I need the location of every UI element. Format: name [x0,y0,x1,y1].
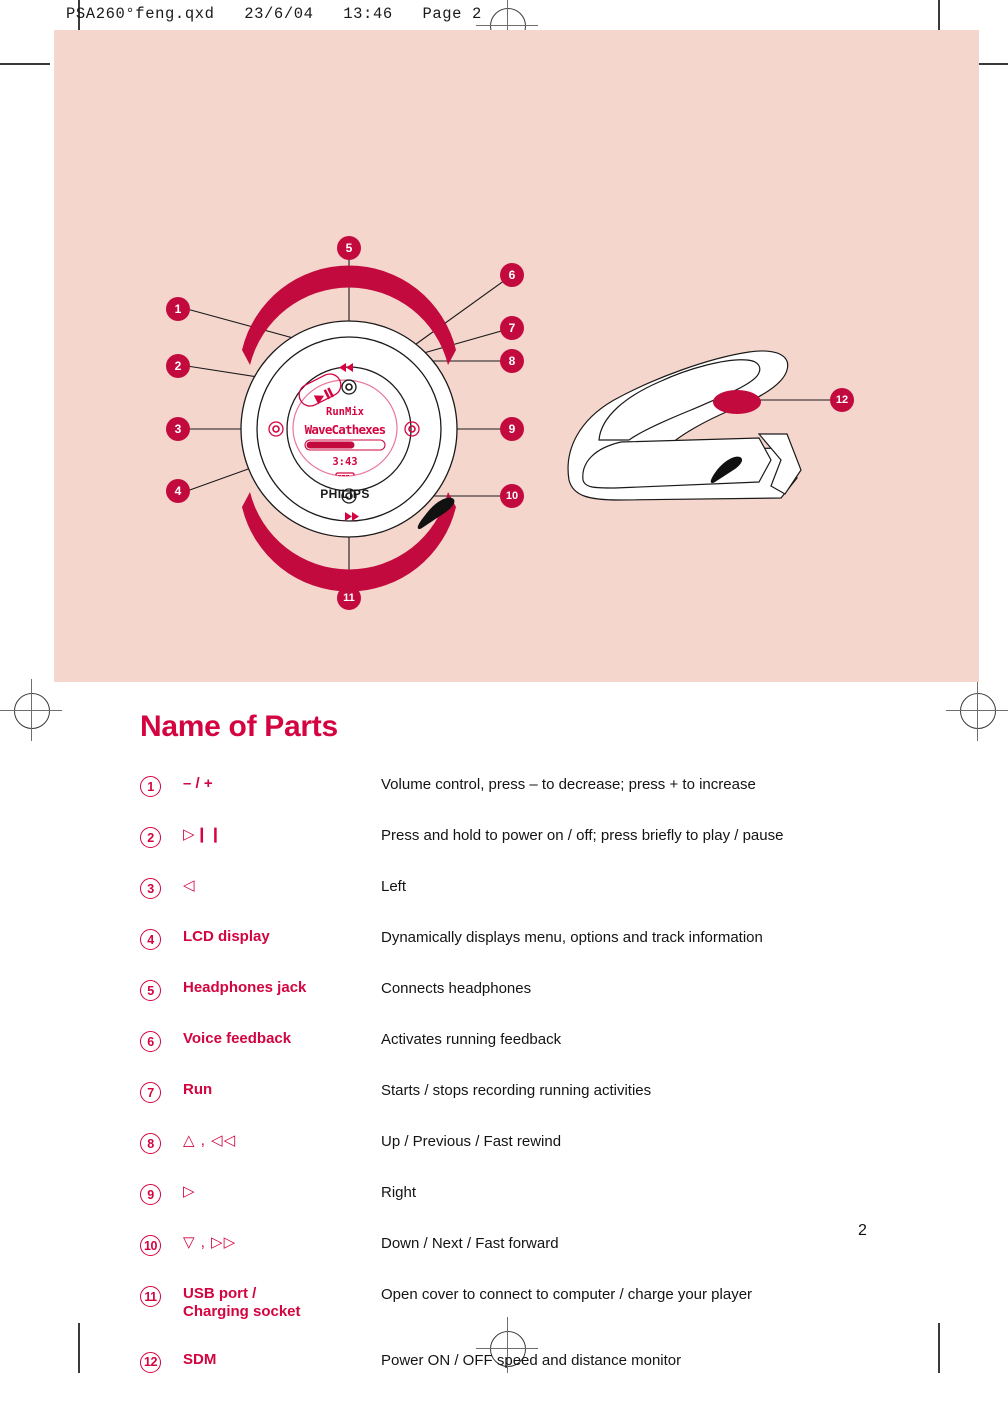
product-illustration: RunMix WaveCathexes 3:43 PHILIPS 1 2 3 4… [54,30,979,682]
parts-row-number: 12 [140,1351,161,1373]
parts-row-description: Volume control, press – to decrease; pre… [381,776,756,793]
parts-row: 11 USB port / Charging socket Open cover t… [140,1285,880,1337]
parts-row: 1 – / + Volume control, press – to decreas… [140,775,880,826]
crop-mark-bottom-left-v [78,1323,80,1373]
callout-6: 6 [500,263,524,287]
parts-row-number: 6 [140,1031,161,1052]
parts-row-label: Voice feedback [183,1030,292,1047]
parts-row: 10 ▽ , ▷▷ Down / Next / Fast forward [140,1234,880,1285]
parts-row-label: SDM [183,1350,217,1368]
parts-row-number: 9 [140,1184,161,1205]
callout-7: 7 [500,316,524,340]
parts-row-number: 7 [140,1082,161,1103]
philips-brand-label: PHILIPS [320,487,369,501]
parts-row: 9 ▷ Right [140,1183,880,1234]
parts-row-description: Down / Next / Fast forward [381,1235,559,1252]
parts-row-number: 8 [140,1133,161,1154]
registration-mark-right [946,679,1008,741]
parts-row-number: 2 [140,827,161,848]
parts-row: 4 LCD display Dynamically displays menu, o… [140,928,880,979]
parts-row-label: Run [183,1081,213,1098]
parts-row-label: ▽ , ▷▷ [183,1234,237,1251]
parts-row-number: 3 [140,878,161,899]
crop-mark-bottom-right-v [938,1323,940,1373]
parts-row-description: Press and hold to power on / off; press … [381,827,784,844]
parts-row-number: 10 [140,1235,161,1256]
lcd-time: 3:43 [332,456,357,468]
parts-row-label: – / + [183,775,213,792]
illustration-panel: RunMix WaveCathexes 3:43 PHILIPS 1 2 3 4… [54,30,979,682]
parts-row-label: △ , ◁◁ [183,1132,237,1149]
callout-8: 8 [500,349,524,373]
parts-row-description: Right [381,1184,417,1201]
callout-2: 2 [166,354,190,378]
parts-row-label: ▷❙❙ [183,826,223,843]
parts-row: 7 Run Starts / stops recording running act… [140,1081,880,1132]
parts-row-description: Connects headphones [381,980,532,997]
lcd-progress-fill [306,441,355,449]
parts-row-number: 1 [140,776,161,797]
parts-row: 3 ◁ Left [140,877,880,928]
parts-row: 5 Headphones jack Connects headphones [140,979,880,1030]
callout-3: 3 [166,417,190,441]
registration-mark-left [0,679,62,741]
lcd-menu-line: RunMix [326,406,365,418]
sdm-illustration [567,350,844,501]
file-stamp: PSA260°feng.qxd 23/6/04 13:46 Page 2 [66,5,482,23]
parts-row-label: Headphones jack [183,979,307,996]
parts-row-description: Left [381,878,407,895]
callout-9: 9 [500,417,524,441]
parts-row-description: Starts / stops recording running activit… [381,1082,652,1099]
callout-10: 10 [500,484,524,508]
parts-row-label: USB port / Charging socket [183,1285,301,1321]
parts-row-number: 11 [140,1286,161,1307]
callout-1: 1 [166,297,190,321]
parts-row-number: 4 [140,929,161,950]
parts-row-description: Dynamically displays menu, options and t… [381,929,763,946]
callout-4: 4 [166,479,190,503]
parts-row-label: ◁ [183,877,196,894]
parts-row-label: ▷ [183,1183,196,1200]
page-number: 2 [858,1222,867,1239]
parts-row-description: Up / Previous / Fast rewind [381,1133,562,1150]
parts-row: 2 ▷❙❙ Press and hold to power on / off; pr… [140,826,880,877]
parts-list: 1 – / + Volume control, press – to decreas… [140,775,880,1402]
parts-row-description: Power ON / OFF speed and distance monito… [381,1351,682,1369]
parts-row-number: 5 [140,980,161,1001]
callout-11: 11 [337,586,361,610]
sdm-power-button [713,390,761,414]
parts-row-description: Activates running feedback [381,1031,562,1048]
parts-row: 12 SDM Power ON / OFF speed and distance m… [140,1351,880,1402]
parts-row: 8 △ , ◁◁ Up / Previous / Fast rewind [140,1132,880,1183]
parts-row: 6 Voice feedback Activates running feedbac… [140,1030,880,1081]
lcd-track-line: WaveCathexes [305,422,386,437]
callout-5: 5 [337,236,361,260]
page-title: Name of Parts [140,710,338,743]
parts-row-description: Open cover to connect to computer / char… [381,1286,753,1303]
parts-row-label: LCD display [183,928,270,945]
callout-12: 12 [830,388,854,412]
crop-mark-top-left-h [0,63,50,65]
